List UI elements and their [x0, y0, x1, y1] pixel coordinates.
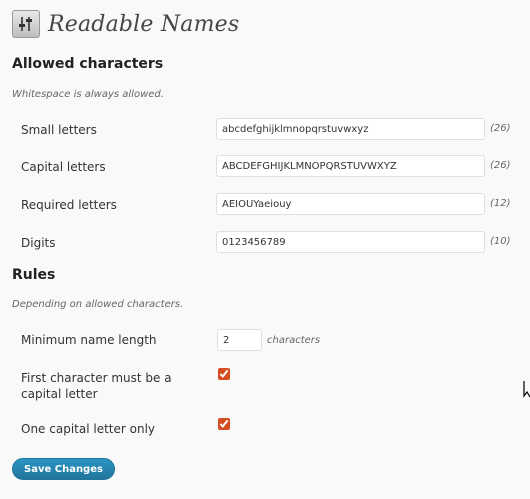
- digits-count: (10): [490, 236, 511, 247]
- digits-input[interactable]: [216, 231, 485, 253]
- capital-letters-count: (26): [490, 160, 511, 171]
- minimum-length-label: Minimum name length: [21, 333, 157, 347]
- digits-label: Digits: [21, 236, 56, 250]
- digits-row: Digits (10): [0, 228, 530, 258]
- minimum-length-unit: characters: [267, 335, 321, 346]
- first-capital-row: First character must be a capital letter: [0, 368, 530, 408]
- required-letters-input[interactable]: [216, 193, 485, 215]
- minimum-length-input[interactable]: [217, 329, 262, 351]
- required-letters-row: Required letters (12): [0, 190, 530, 220]
- save-changes-button[interactable]: Save Changes: [12, 458, 115, 480]
- allowed-characters-heading: Allowed characters: [12, 56, 164, 72]
- one-capital-checkbox[interactable]: [218, 418, 230, 430]
- rules-heading: Rules: [12, 267, 56, 283]
- minimum-length-row: Minimum name length characters: [0, 327, 530, 357]
- small-letters-row: Small letters (26): [0, 115, 530, 145]
- rules-description: Depending on allowed characters.: [12, 299, 184, 310]
- capital-letters-input[interactable]: [216, 155, 485, 177]
- small-letters-count: (26): [490, 123, 511, 134]
- required-letters-count: (12): [490, 198, 511, 209]
- first-capital-checkbox[interactable]: [218, 368, 230, 380]
- settings-sliders-icon: [12, 10, 40, 38]
- first-capital-label: First character must be a capital letter: [21, 371, 172, 401]
- required-letters-label: Required letters: [21, 198, 117, 212]
- small-letters-input[interactable]: [216, 118, 485, 140]
- one-capital-label: One capital letter only: [21, 422, 155, 436]
- one-capital-row: One capital letter only: [0, 418, 530, 448]
- allowed-characters-description: Whitespace is always allowed.: [12, 89, 164, 100]
- mouse-cursor-icon: [523, 380, 530, 402]
- small-letters-label: Small letters: [21, 123, 97, 137]
- page-header: Readable Names: [12, 6, 239, 42]
- page-title: Readable Names: [48, 11, 240, 37]
- capital-letters-row: Capital letters (26): [0, 152, 530, 182]
- capital-letters-label: Capital letters: [21, 160, 106, 174]
